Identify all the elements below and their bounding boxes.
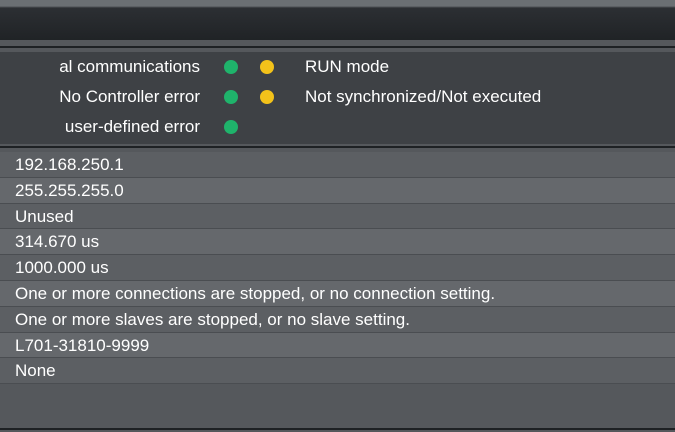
yellow-led-icon	[260, 90, 274, 104]
value-table: 192.168.250.1 255.255.255.0 Unused 314.6…	[0, 152, 675, 385]
table-row: 1000.000 us	[0, 255, 675, 281]
green-led-icon	[224, 90, 238, 104]
table-row: Unused	[0, 203, 675, 230]
table-row: L701-31810-9999	[0, 332, 675, 359]
divider	[0, 428, 675, 430]
table-row: 255.255.255.0	[0, 177, 675, 204]
table-row: One or more slaves are stopped, or no sl…	[0, 306, 675, 333]
title-bar	[0, 0, 675, 40]
status-panel: al communications RUN mode No Controller…	[0, 52, 675, 144]
status-row: user-defined error	[0, 114, 675, 140]
status-label: No Controller error	[59, 87, 200, 106]
divider	[0, 46, 675, 48]
yellow-led-icon	[260, 60, 274, 74]
status-row: al communications RUN mode	[0, 54, 675, 80]
status-row: No Controller error Not synchronized/Not…	[0, 84, 675, 110]
status-indicator-text: RUN mode	[305, 57, 390, 76]
green-led-icon	[224, 60, 238, 74]
table-row: One or more connections are stopped, or …	[0, 280, 675, 307]
status-label: user-defined error	[64, 117, 200, 136]
green-led-icon	[224, 120, 238, 134]
table-row: 192.168.250.1	[0, 152, 675, 178]
divider	[0, 146, 675, 148]
table-row: 314.670 us	[0, 229, 675, 256]
status-indicator-text: Not synchronized/Not executed	[305, 87, 542, 106]
status-label: al communications	[59, 57, 200, 76]
table-row: None	[0, 358, 675, 385]
